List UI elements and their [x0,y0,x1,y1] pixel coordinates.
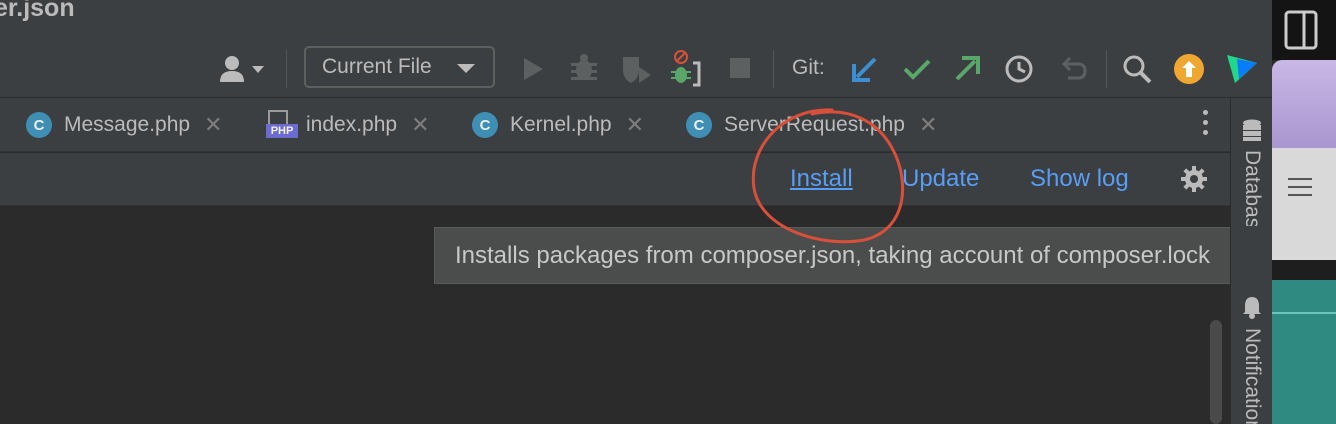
search-button[interactable] [1120,52,1154,86]
composer-settings-button[interactable] [1178,163,1210,195]
background-window-panel [1272,148,1336,260]
php-file-icon: PHP [266,110,298,140]
tooltip-text: Installs packages from composer.json, ta… [455,241,1211,269]
install-tooltip: Installs packages from composer.json, ta… [434,227,1334,284]
window-title: er.json [0,0,75,22]
ide-update-button[interactable] [1172,52,1206,86]
update-arrow-icon [1174,54,1204,84]
install-link[interactable]: Install [790,165,853,193]
phone-debug-icon [671,50,701,87]
debug-listener-button[interactable] [668,48,704,88]
desktop-background [1272,0,1336,60]
update-link[interactable]: Update [902,165,979,193]
arrow-down-left-icon [852,57,877,82]
background-divider [1272,260,1336,280]
run-configuration-select[interactable]: Current File [304,46,495,88]
database-tool-tab[interactable]: Database [1240,150,1264,226]
database-icon [1241,118,1263,144]
tab-label: Message.php [64,113,191,136]
toolbar-separator [286,50,287,88]
close-icon[interactable]: ✕ [626,112,644,138]
git-update-button[interactable] [848,52,882,86]
arrow-up-right-icon [955,56,980,81]
background-window [1272,60,1336,148]
composer-action-bar: Install Update Show log [0,153,1230,206]
show-log-link[interactable]: Show log [1030,165,1129,193]
checkmark-icon [903,59,931,80]
editor-tabs: C Message.php ✕ PHP index.php ✕ C Kernel… [0,98,1230,152]
user-menu-button[interactable] [216,52,272,86]
class-icon: C [26,112,52,138]
toolbar-separator [773,50,774,88]
run-with-coverage-button[interactable] [618,52,654,86]
tab-index-php[interactable]: PHP index.php ✕ [266,98,430,152]
run-button[interactable] [518,54,548,84]
close-icon[interactable]: ✕ [411,112,429,138]
toolbox-app-button[interactable] [1224,52,1260,86]
notifications-tool-tab[interactable]: Notifications [1240,328,1264,424]
stop-icon [730,58,750,78]
tab-serverrequest-php[interactable]: C ServerRequest.php ✕ [686,98,937,152]
more-tabs-button[interactable] [1198,110,1212,140]
close-icon[interactable]: ✕ [204,112,222,138]
debug-button[interactable] [568,52,600,84]
editor-scrollbar[interactable] [1210,320,1222,424]
tab-label: Kernel.php [510,113,612,136]
bug-icon [571,54,597,80]
tab-label: index.php [306,113,398,136]
search-icon [1123,55,1152,84]
sidebar-toggle-icon [1284,10,1318,50]
gear-icon [1181,166,1207,192]
right-tool-strip: Database Notifications [1230,98,1272,424]
toolbox-logo-icon [1227,55,1257,83]
ide-window: er.json Current File Git: C Message.php … [0,0,1336,424]
tab-message-php[interactable]: C Message.php ✕ [26,98,223,152]
coverage-icon [623,57,651,83]
clock-icon [1005,55,1033,83]
chevron-down-icon [457,64,475,73]
close-icon[interactable]: ✕ [919,112,937,138]
main-toolbar: Current File Git: [0,40,1272,98]
dot-icon [1202,130,1208,135]
run-configuration-label: Current File [322,55,432,78]
undo-icon [1061,56,1087,80]
toolbar-separator [1106,50,1107,88]
stop-button[interactable] [726,54,754,82]
tab-kernel-php[interactable]: C Kernel.php ✕ [472,98,644,152]
background-window-content [1272,280,1336,424]
git-commit-button[interactable] [900,52,934,86]
title-bar: er.json [0,0,1272,40]
user-icon [220,56,264,82]
git-push-button[interactable] [950,52,984,86]
git-rollback-button[interactable] [1056,52,1090,86]
bell-icon [1241,294,1263,320]
hamburger-menu-icon [1288,178,1312,196]
tab-label: ServerRequest.php [724,113,905,136]
dot-icon [1202,120,1208,125]
dot-icon [1202,110,1208,115]
git-label: Git: [792,56,825,79]
play-icon [524,58,543,80]
class-icon: C [686,112,712,138]
git-history-button[interactable] [1002,52,1036,86]
class-icon: C [472,112,498,138]
